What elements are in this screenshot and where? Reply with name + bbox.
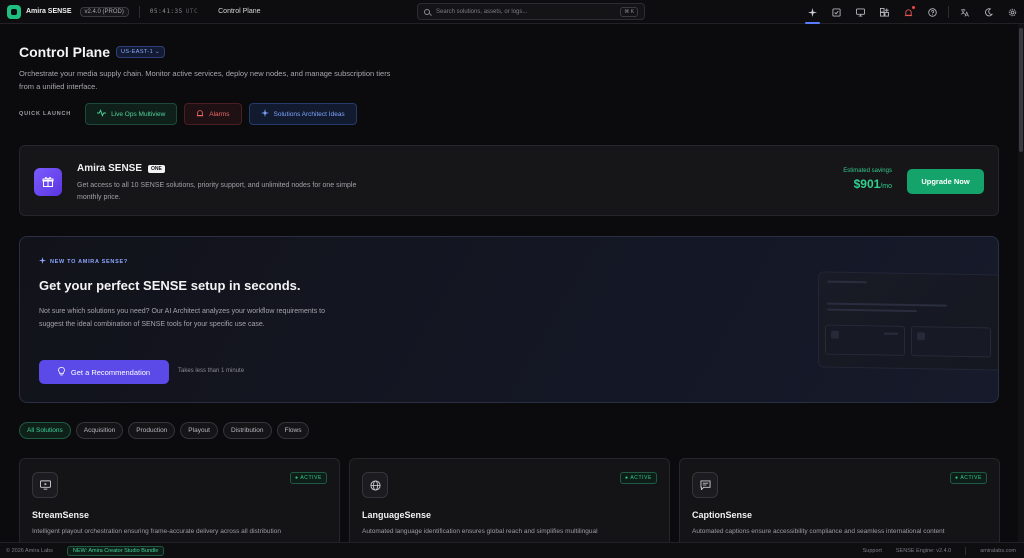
theme-icon[interactable] <box>980 4 997 21</box>
logo-icon[interactable] <box>7 4 21 19</box>
top-bar: Amira SENSE v2.4.0 (PROD) 05:41:35 UTC Co… <box>0 0 1024 24</box>
alert-dot <box>912 5 915 9</box>
support-link[interactable]: Support <box>863 548 882 554</box>
filter-flows[interactable]: Flows <box>276 422 310 439</box>
pulse-icon <box>97 109 107 119</box>
button-label: Live Ops Multiview <box>111 110 166 118</box>
solution-name: StreamSense <box>32 510 90 520</box>
search-placeholder: Search solutions, assets, or logs... <box>436 8 528 15</box>
upgrade-card: Amira SENSE ONE Get access to all 10 SEN… <box>19 145 999 216</box>
filter-production[interactable]: Production <box>128 422 176 439</box>
bundle-announcement[interactable]: NEW: Amira Creator Studio Bundle <box>66 545 165 556</box>
quick-launch-label: QUICK LAUNCH <box>19 111 72 117</box>
preview-illustration <box>818 271 998 371</box>
savings-label: Estimated savings <box>843 168 892 174</box>
onboarding-kicker: NEW TO AMIRA SENSE? <box>39 257 128 266</box>
onboarding-description: Not sure which solutions you need? Our A… <box>39 308 325 328</box>
savings-amount: $901/mo <box>853 177 892 191</box>
toolbar-icons <box>804 0 1024 24</box>
copyright: © 2026 Amira Labs <box>6 547 53 554</box>
brand-name: Amira SENSE <box>26 8 72 15</box>
footer-right: Support SENSE Engine: v2.4.0 amiralabs.c… <box>849 543 1016 558</box>
alarm-icon[interactable] <box>900 4 917 21</box>
shortcut-hint: ⌘ K <box>620 7 638 17</box>
upgrade-title: Amira SENSE ONE <box>77 163 165 174</box>
version-badge: v2.4.0 (PROD) <box>79 6 129 17</box>
page-title: Control Plane <box>19 44 111 60</box>
button-label: Alarms <box>209 110 230 118</box>
upgrade-now-button[interactable]: Upgrade Now <box>907 169 984 194</box>
sparkle-icon[interactable] <box>804 4 821 24</box>
scrollbar-thumb[interactable] <box>1019 28 1023 152</box>
status-badge: ● ACTIVE <box>620 472 657 484</box>
search-icon <box>424 8 430 15</box>
help-icon[interactable] <box>924 4 941 21</box>
button-label: Solutions Architect Ideas <box>273 110 345 118</box>
solution-description: Intelligent playout orchestration ensuri… <box>32 528 281 535</box>
scrollbar[interactable] <box>1018 24 1024 542</box>
status-badge: ● ACTIVE <box>290 472 327 484</box>
search-input[interactable]: Search solutions, assets, or logs... ⌘ K <box>417 3 645 20</box>
filter-distribution[interactable]: Distribution <box>222 422 272 439</box>
footer: © 2026 Amira Labs NEW: Amira Creator Stu… <box>0 542 1024 558</box>
kicker-text: NEW TO AMIRA SENSE? <box>50 258 128 265</box>
one-badge: ONE <box>148 164 165 173</box>
solution-card-languagesense[interactable]: ● ACTIVE LanguageSense Automated languag… <box>349 458 670 542</box>
upgrade-title-text: Amira SENSE <box>77 163 143 174</box>
time-note: Takes less than 1 minute <box>178 368 245 374</box>
button-label: Get a Recommendation <box>70 367 151 377</box>
main-content: Control Plane US-EAST-1 ⌄ Orchestrate yo… <box>0 24 1018 542</box>
page-description: Orchestrate your media supply chain. Mon… <box>19 69 391 91</box>
region-selector[interactable]: US-EAST-1 ⌄ <box>116 46 165 58</box>
solution-name: LanguageSense <box>362 510 432 520</box>
caption-icon <box>692 472 718 498</box>
monitor-icon[interactable] <box>852 4 869 21</box>
domain-link[interactable]: amiralabs.com <box>980 548 1016 554</box>
solutions-architect-ideas-button[interactable]: Solutions Architect Ideas <box>248 103 357 125</box>
onboarding-card: NEW TO AMIRA SENSE? Get your perfect SEN… <box>19 236 999 403</box>
onboarding-title: Get your perfect SENSE setup in seconds. <box>39 278 301 293</box>
get-recommendation-button[interactable]: Get a Recommendation <box>39 360 169 384</box>
divider <box>138 5 140 18</box>
solution-card-streamsense[interactable]: ● ACTIVE StreamSense Intelligent playout… <box>19 458 340 542</box>
checklist-icon[interactable] <box>828 4 845 21</box>
monitor-play-icon <box>32 472 58 498</box>
grid-plus-icon[interactable] <box>876 4 893 21</box>
filter-all-solutions[interactable]: All Solutions <box>19 422 71 439</box>
quick-launch: QUICK LAUNCH Live Ops Multiview Alarms S… <box>19 103 364 125</box>
divider <box>948 6 949 18</box>
solution-filters: All Solutions Acquisition Production Pla… <box>19 422 314 439</box>
gift-icon <box>34 168 62 196</box>
page-header: Control Plane US-EAST-1 ⌄ <box>19 44 165 60</box>
live-ops-multiview-button[interactable]: Live Ops Multiview <box>85 103 178 125</box>
engine-version: SENSE Engine: v2.4.0 <box>895 547 952 554</box>
estimated-savings: Estimated savings $901/mo <box>843 168 892 191</box>
divider <box>965 546 967 555</box>
bell-icon <box>196 109 204 119</box>
lightbulb-icon <box>58 366 65 378</box>
sparkle-icon <box>39 257 46 266</box>
status-badge: ● ACTIVE <box>950 472 987 484</box>
settings-icon[interactable] <box>1004 4 1021 21</box>
translate-icon[interactable] <box>956 4 973 21</box>
solution-description: Automated captions ensure accessibility … <box>692 528 945 535</box>
solution-card-captionsense[interactable]: ● ACTIVE CaptionSense Automated captions… <box>679 458 1000 542</box>
alarms-button[interactable]: Alarms <box>184 103 242 125</box>
upgrade-description: Get access to all 10 SENSE solutions, pr… <box>77 182 357 201</box>
breadcrumb: Control Plane <box>218 8 261 15</box>
filter-acquisition[interactable]: Acquisition <box>75 422 124 439</box>
solution-name: CaptionSense <box>692 510 753 520</box>
sparkle-icon <box>260 109 269 119</box>
filter-playout[interactable]: Playout <box>180 422 218 439</box>
globe-icon <box>362 472 388 498</box>
clock: 05:41:35 UTC <box>149 8 199 15</box>
solution-description: Automated language identification ensure… <box>362 528 598 535</box>
